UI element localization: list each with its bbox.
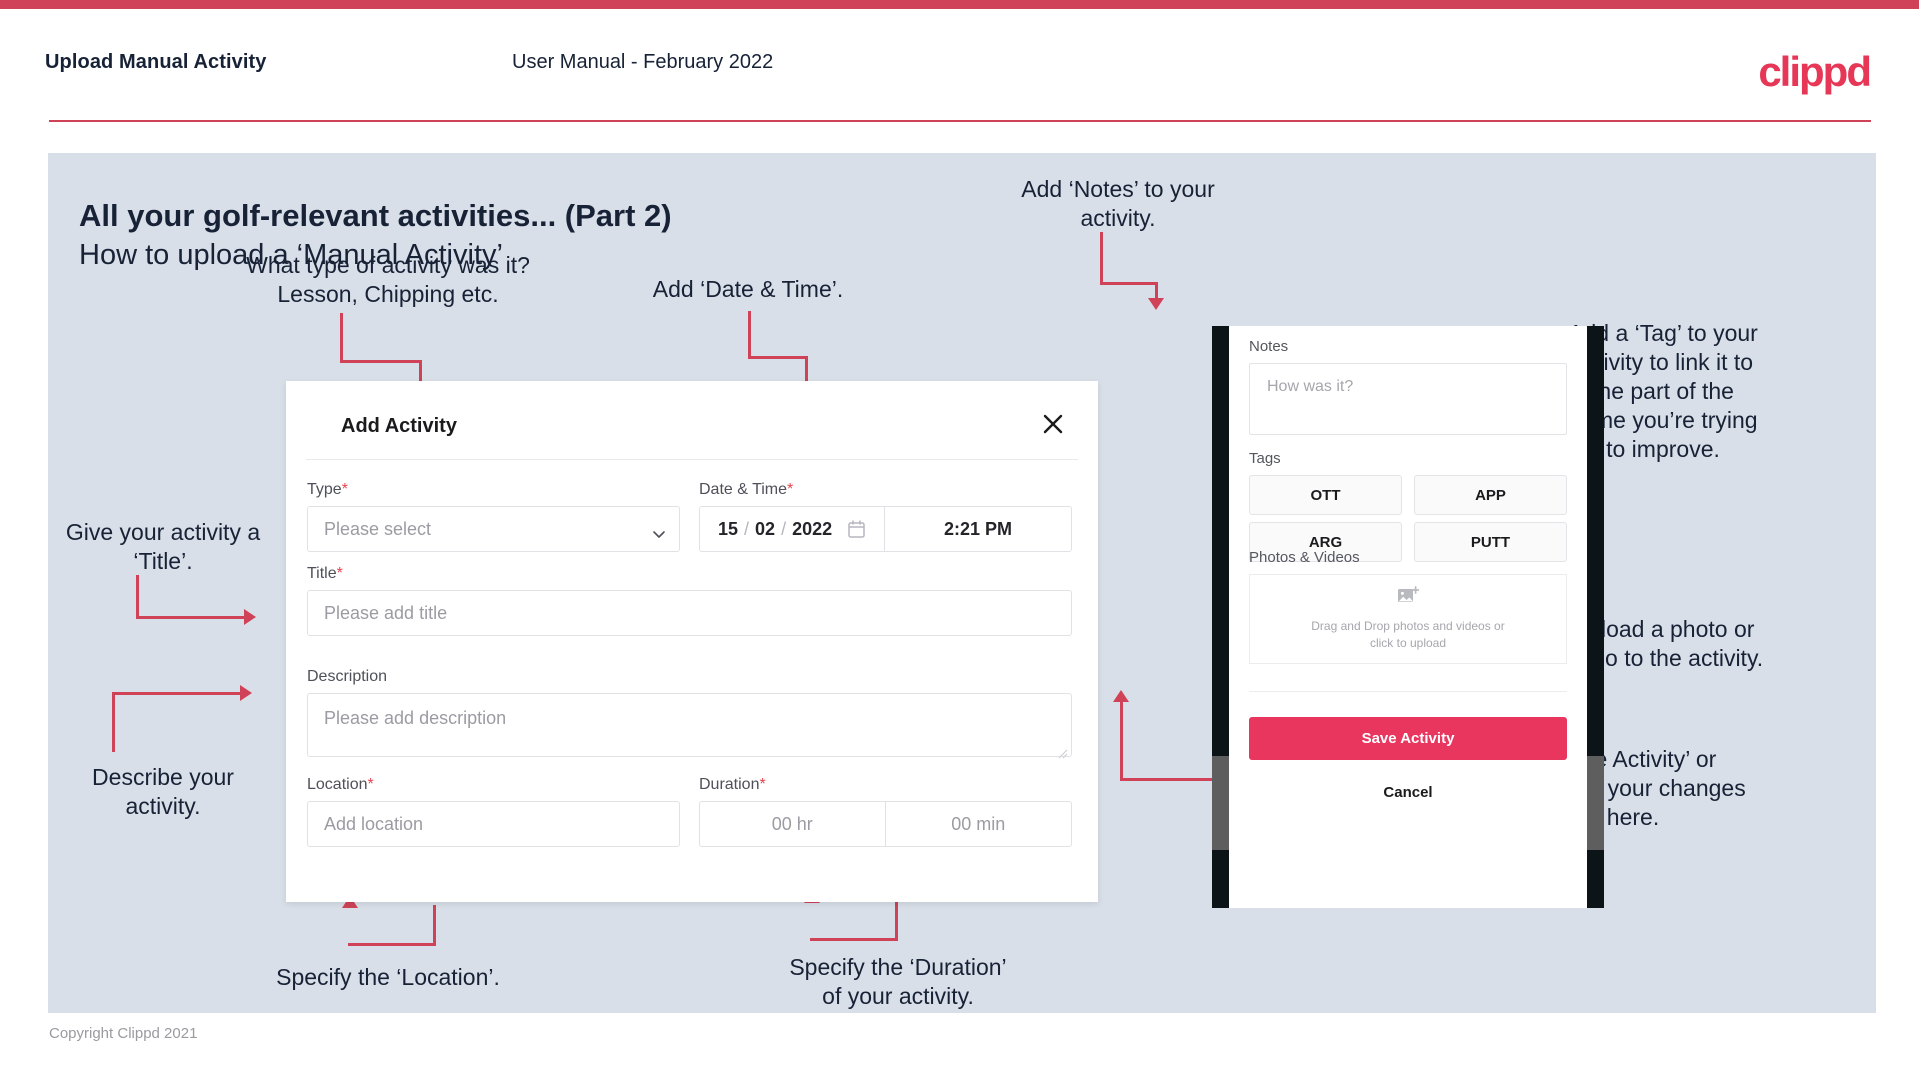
duration-field: 00 hr 00 min <box>699 801 1072 847</box>
date-input[interactable]: 15 / 02 / 2022 <box>700 507 885 551</box>
phone-button-left <box>1212 756 1229 850</box>
date-sep-1: / <box>744 518 750 539</box>
add-activity-dialog: Add Activity Type* Please select Date & … <box>286 381 1098 902</box>
notes-placeholder: How was it? <box>1267 378 1354 395</box>
date-month: 02 <box>755 518 776 539</box>
phone-divider <box>1249 691 1567 692</box>
copyright-text: Copyright Clippd 2021 <box>49 1025 198 1042</box>
duration-label: Duration* <box>699 776 766 794</box>
calendar-icon[interactable] <box>848 520 865 538</box>
description-label: Description <box>307 668 387 686</box>
duration-hours-input[interactable]: 00 hr <box>700 802 886 846</box>
annotation-title: Give your activity a ‘Title’. <box>65 519 261 574</box>
required-mark: * <box>341 481 348 498</box>
time-input[interactable]: 2:21 PM <box>885 507 1071 551</box>
connector-type-v1 <box>340 313 343 363</box>
dropzone-line-1: Drag and Drop photos and videos or <box>1311 619 1505 633</box>
top-accent-bar <box>0 0 1919 9</box>
slide-page: Upload Manual Activity User Manual - Feb… <box>0 0 1919 1079</box>
description-placeholder: Please add description <box>324 708 507 728</box>
connector-dur-h <box>810 938 898 941</box>
connector-dur-v <box>895 901 898 941</box>
annotation-type: What type of activity was it? Lesson, Ch… <box>246 252 530 307</box>
photos-label: Photos & Videos <box>1249 549 1360 566</box>
chevron-down-icon <box>652 525 665 538</box>
resize-handle-icon[interactable] <box>1058 743 1068 759</box>
connector-notes-h <box>1100 282 1158 285</box>
date-day: 15 <box>718 518 739 539</box>
date-sep-2: / <box>781 518 787 539</box>
photo-dropzone[interactable]: Drag and Drop photos and videos or click… <box>1249 574 1567 664</box>
required-mark: * <box>759 776 766 793</box>
save-activity-button[interactable]: Save Activity <box>1249 717 1567 760</box>
location-label: Location* <box>307 776 374 794</box>
datetime-label: Date & Time* <box>699 481 793 499</box>
title-label: Title* <box>307 565 343 583</box>
phone-button-right <box>1587 756 1604 850</box>
connector-desc-v <box>112 692 115 752</box>
connector-title-h <box>136 616 246 619</box>
connector-dt-v1 <box>748 311 751 359</box>
datetime-field[interactable]: 15 / 02 / 2022 2:21 PM <box>699 506 1072 552</box>
notes-label: Notes <box>1249 338 1289 355</box>
date-year: 2022 <box>792 518 833 539</box>
tag-ott[interactable]: OTT <box>1249 475 1402 515</box>
connector-loc-v <box>433 905 436 945</box>
connector-dt-h <box>748 356 808 359</box>
annotation-datetime: Add ‘Date & Time’. <box>652 276 844 302</box>
annotation-location: Specify the ‘Location’. <box>276 964 500 990</box>
location-input[interactable]: Add location <box>307 801 680 847</box>
phone-mockup: Notes How was it? Tags OTT APP ARG PUTT … <box>1212 326 1604 908</box>
dropzone-line-2: click to upload <box>1369 636 1447 650</box>
required-mark: * <box>336 565 343 582</box>
page-header: Upload Manual Activity User Manual - Feb… <box>0 9 1919 127</box>
annotation-description: Describe your activity. <box>92 764 234 819</box>
notes-textarea[interactable]: How was it? <box>1249 363 1567 435</box>
title-placeholder: Please add title <box>324 602 448 623</box>
dialog-title: Add Activity <box>341 415 457 437</box>
title-label-text: Title <box>307 565 337 582</box>
connector-type-h <box>340 360 422 363</box>
phone-screen: Notes How was it? Tags OTT APP ARG PUTT … <box>1229 326 1587 908</box>
location-label-text: Location <box>307 776 368 793</box>
connector-notes-v1 <box>1100 232 1103 285</box>
slide-heading: All your golf-relevant activities... (Pa… <box>79 198 672 233</box>
cancel-button[interactable]: Cancel <box>1249 774 1567 810</box>
type-placeholder: Please select <box>324 518 432 539</box>
location-placeholder: Add location <box>324 813 424 834</box>
connector-notes-arrow <box>1148 298 1164 310</box>
required-mark: * <box>367 776 374 793</box>
add-image-icon <box>1397 586 1420 611</box>
duration-minutes-input[interactable]: 00 min <box>886 802 1072 846</box>
required-mark: * <box>787 481 794 498</box>
dialog-divider <box>306 459 1078 460</box>
description-textarea[interactable]: Please add description <box>307 693 1072 759</box>
connector-title-v <box>136 575 139 619</box>
datetime-label-text: Date & Time <box>699 481 788 498</box>
type-label-text: Type <box>307 481 342 498</box>
annotation-duration: Specify the ‘Duration’ of your activity. <box>789 954 1007 1009</box>
tag-app[interactable]: APP <box>1414 475 1567 515</box>
connector-title-arrow <box>244 609 256 625</box>
connector-save-arrow <box>1113 690 1129 702</box>
duration-label-text: Duration <box>699 776 760 793</box>
dropzone-text: Drag and Drop photos and videos or click… <box>1311 618 1504 652</box>
description-label-text: Description <box>307 668 388 685</box>
connector-loc-h <box>348 943 436 946</box>
type-label: Type* <box>307 481 348 499</box>
clippd-logo: clippd <box>1758 48 1872 95</box>
connector-save-v <box>1120 699 1123 781</box>
close-icon[interactable] <box>1036 407 1070 441</box>
tag-putt[interactable]: PUTT <box>1414 522 1567 562</box>
header-divider <box>49 120 1871 122</box>
page-title: Upload Manual Activity <box>45 51 267 73</box>
page-subtitle: User Manual - February 2022 <box>512 51 774 73</box>
connector-desc-h <box>112 692 242 695</box>
tags-label: Tags <box>1249 450 1281 467</box>
connector-desc-arrow <box>240 685 252 701</box>
annotation-notes: Add ‘Notes’ to your activity. <box>1021 176 1215 231</box>
title-input[interactable]: Please add title <box>307 590 1072 636</box>
type-select[interactable]: Please select <box>307 506 680 552</box>
